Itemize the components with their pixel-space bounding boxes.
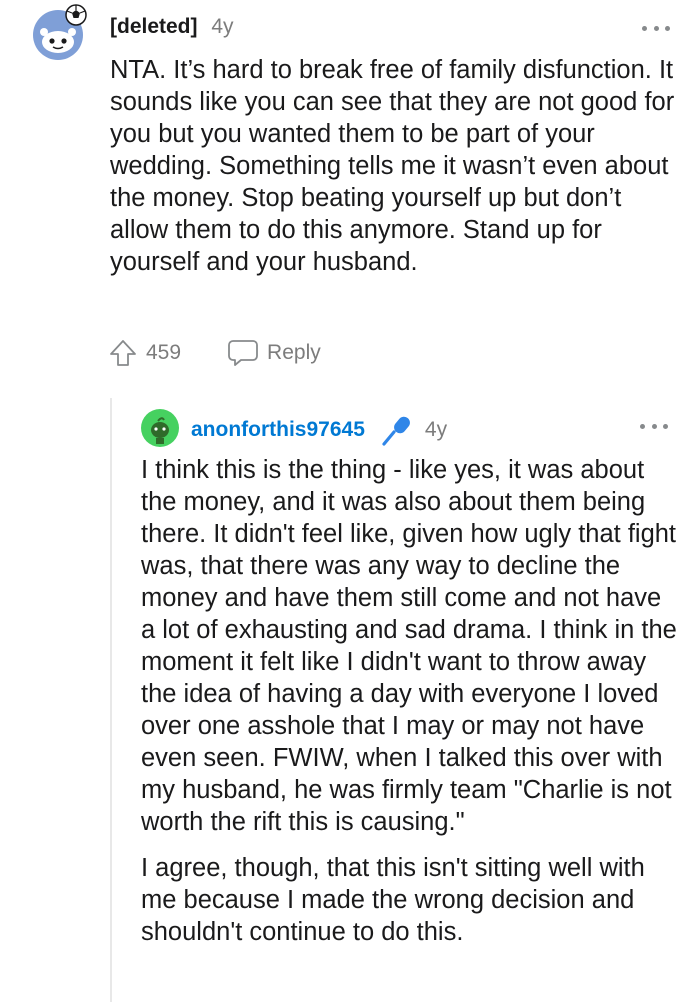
dot bbox=[651, 423, 657, 429]
snoo-avatar-icon[interactable] bbox=[30, 2, 90, 62]
reply-header: anonforthis97645 4y bbox=[191, 413, 447, 447]
microphone-icon bbox=[379, 413, 413, 447]
reply-age: 4y bbox=[424, 418, 448, 441]
reply-bubble-icon bbox=[228, 340, 258, 366]
dot bbox=[642, 25, 647, 31]
dot bbox=[653, 25, 659, 31]
more-options-icon[interactable] bbox=[640, 420, 668, 432]
reply-body: I think this is the thing - like yes, it… bbox=[141, 454, 681, 962]
upvote-arrow-icon[interactable] bbox=[108, 338, 138, 368]
upvote-count: 459 bbox=[146, 341, 182, 364]
thread-line[interactable] bbox=[110, 398, 112, 1002]
reply-author[interactable]: anonforthis97645 bbox=[191, 416, 365, 444]
comment-author: [deleted] bbox=[110, 15, 198, 38]
reply-button[interactable]: Reply bbox=[227, 338, 321, 368]
more-options-icon[interactable] bbox=[642, 22, 670, 34]
comment-body: NTA. It’s hard to break free of family d… bbox=[110, 56, 675, 276]
dot bbox=[665, 25, 670, 31]
dot bbox=[663, 423, 668, 429]
comment-actions: 459 Reply bbox=[108, 336, 321, 370]
comment-age: 4y bbox=[211, 15, 234, 38]
reply-paragraph: I agree, though, that this isn't sitting… bbox=[141, 854, 645, 946]
comment-header: [deleted] 4y bbox=[110, 14, 234, 40]
green-snoo-avatar-icon[interactable] bbox=[140, 408, 180, 448]
dot bbox=[640, 423, 645, 429]
upvote-button[interactable]: 459 bbox=[108, 338, 181, 368]
reply-paragraph: I think this is the thing - like yes, it… bbox=[141, 456, 677, 836]
reply-label: Reply bbox=[267, 341, 321, 364]
